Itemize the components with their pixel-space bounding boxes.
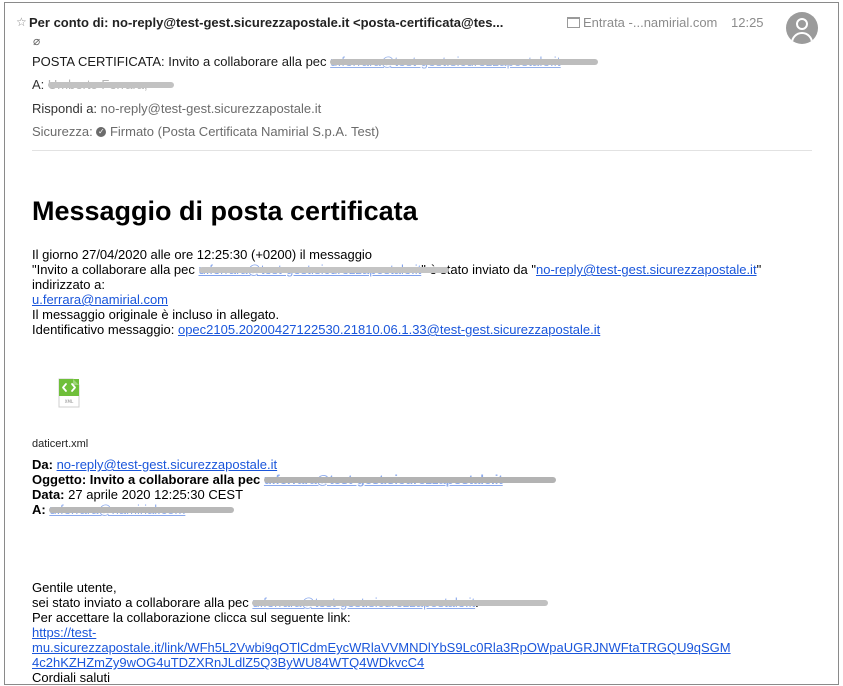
meta-from: Da: no-reply@test-gest.sicurezzapostale.… [32,457,822,472]
recipient-link[interactable]: u.ferrara@namirial.com [32,292,168,307]
detail-line-date: Il giorno 27/04/2020 alle ore 12:25:30 (… [32,247,373,262]
accept-link-line-2: mu.sicurezzapostale.it/link/WFh5L2Vwbi9q… [32,640,832,655]
folder-icon [567,17,580,29]
accept-link-part-2[interactable]: mu.sicurezzapostale.it/link/WFh5L2Vwbi9q… [32,640,731,655]
security-value[interactable]: Firmato (Posta Certificata Namirial S.p.… [110,124,379,139]
meta-subject-label: Oggetto: [32,472,87,487]
accept-instruction: Per accettare la collaborazione clicca s… [32,610,351,625]
detail-line-attachment-note: Il messaggio originale è incluso in alle… [32,307,280,322]
meta-subject: Oggetto: Invito a collaborare alla pec u… [32,472,822,487]
meta-from-label: Da: [32,457,53,472]
sender[interactable]: Per conto di: no-reply@test-gest.sicurez… [29,15,503,30]
reply-to-line: Rispondi a: no-reply@test-gest.sicurezza… [32,101,321,116]
detail-line-message: "Invito a collaborare alla pec u.ferrara… [32,262,762,277]
message-id-link[interactable]: opec2105.20200427122530.21810.06.1.33@te… [178,322,600,337]
attachment-filename[interactable]: daticert.xml [32,437,88,452]
meta-to: A: u.ferrara@namirial.com [32,502,822,517]
meta-to-label: A: [32,502,46,517]
meta-date: Data: 27 aprile 2020 12:25:30 CEST [32,487,822,502]
paperclip-icon: ⌀ [33,34,41,48]
greeting: Gentile utente, [32,580,117,595]
email-window: ☆ Per conto di: no-reply@test-gest.sicur… [4,2,839,685]
pec-details: Il giorno 27/04/2020 alle ore 12:25:30 (… [32,247,822,337]
avatar[interactable] [786,12,818,44]
to-recipient[interactable]: Umberto Ferrara; [47,77,174,92]
mailbox-folder-label: Entrata -...namirial.com [583,15,718,30]
svg-text:XML: XML [65,399,74,404]
page-title: Messaggio di posta certificata [32,196,418,226]
meta-from-link[interactable]: no-reply@test-gest.sicurezzapostale.it [57,457,278,472]
checkmark-icon: ✓ [96,126,107,137]
original-message-meta: Da: no-reply@test-gest.sicurezzapostale.… [32,457,822,517]
security-line: Sicurezza: ✓ Firmato (Posta Certificata … [32,124,379,139]
invite-line: sei stato inviato a collaborare alla pec… [32,595,832,610]
xml-file-icon[interactable]: XML [58,378,80,408]
reply-to-address[interactable]: no-reply@test-gest.sicurezzapostale.it [101,101,322,116]
accept-link-part-1[interactable]: https://test- [32,625,96,640]
detail-line-recipient: u.ferrara@namirial.com [32,292,822,307]
sender-link[interactable]: no-reply@test-gest.sicurezzapostale.it [536,262,757,277]
meta-subject-value: Invito a collaborare alla pec [89,472,261,487]
detail-line-addressed: indirizzato a: [32,277,105,292]
star-icon[interactable]: ☆ [16,15,27,29]
meta-to-redacted[interactable]: u.ferrara@namirial.com [49,502,235,517]
to-label: A: [32,77,45,92]
meta-date-value: 27 aprile 2020 12:25:30 CEST [68,487,244,502]
accept-link-line-1: https://test- [32,625,832,640]
email-header: ☆ Per conto di: no-reply@test-gest.sicur… [5,3,838,153]
security-label: Sicurezza: [32,124,93,139]
closing: Cordiali saluti [32,670,111,685]
subject-line: POSTA CERTIFICATA: Invito a collaborare … [32,54,599,69]
header-top-row: ☆ Per conto di: no-reply@test-gest.sicur… [5,12,838,34]
to-line: A: Umberto Ferrara; [32,77,174,92]
invite-redacted-link[interactable]: u.ferrara@test-gest.sicurezzapostale.it [252,595,549,610]
accept-link-line-3: 4c2hKZHZmZy9wOG4uTDZXRnJLdlZ5Q3ByWU84WTQ… [32,655,832,670]
meta-subject-redacted[interactable]: u.ferrara@test-gest.sicurezzapostale.it [263,472,556,487]
detail-line-message-id: Identificativo messaggio: opec2105.20200… [32,322,601,337]
mailbox-folder[interactable]: Entrata -...namirial.com [567,15,717,30]
invitation-text: Gentile utente, sei stato inviato a coll… [32,580,832,685]
accept-link-part-3[interactable]: 4c2hKZHZmZy9wOG4uTDZXRnJLdlZ5Q3ByWU84WTQ… [32,655,424,670]
meta-date-label: Data: [32,487,65,502]
subject-redacted-email[interactable]: u.ferrara@test-gest.sicurezzapostale.it [330,54,599,69]
received-time: 12:25 [731,15,764,30]
reply-to-label: Rispondi a: [32,101,98,116]
redacted-pec-link[interactable]: u.ferrara@test-gest.sicurezzapostale.it [198,262,449,277]
header-divider [32,150,812,151]
subject-text: POSTA CERTIFICATA: Invito a collaborare … [32,54,327,69]
